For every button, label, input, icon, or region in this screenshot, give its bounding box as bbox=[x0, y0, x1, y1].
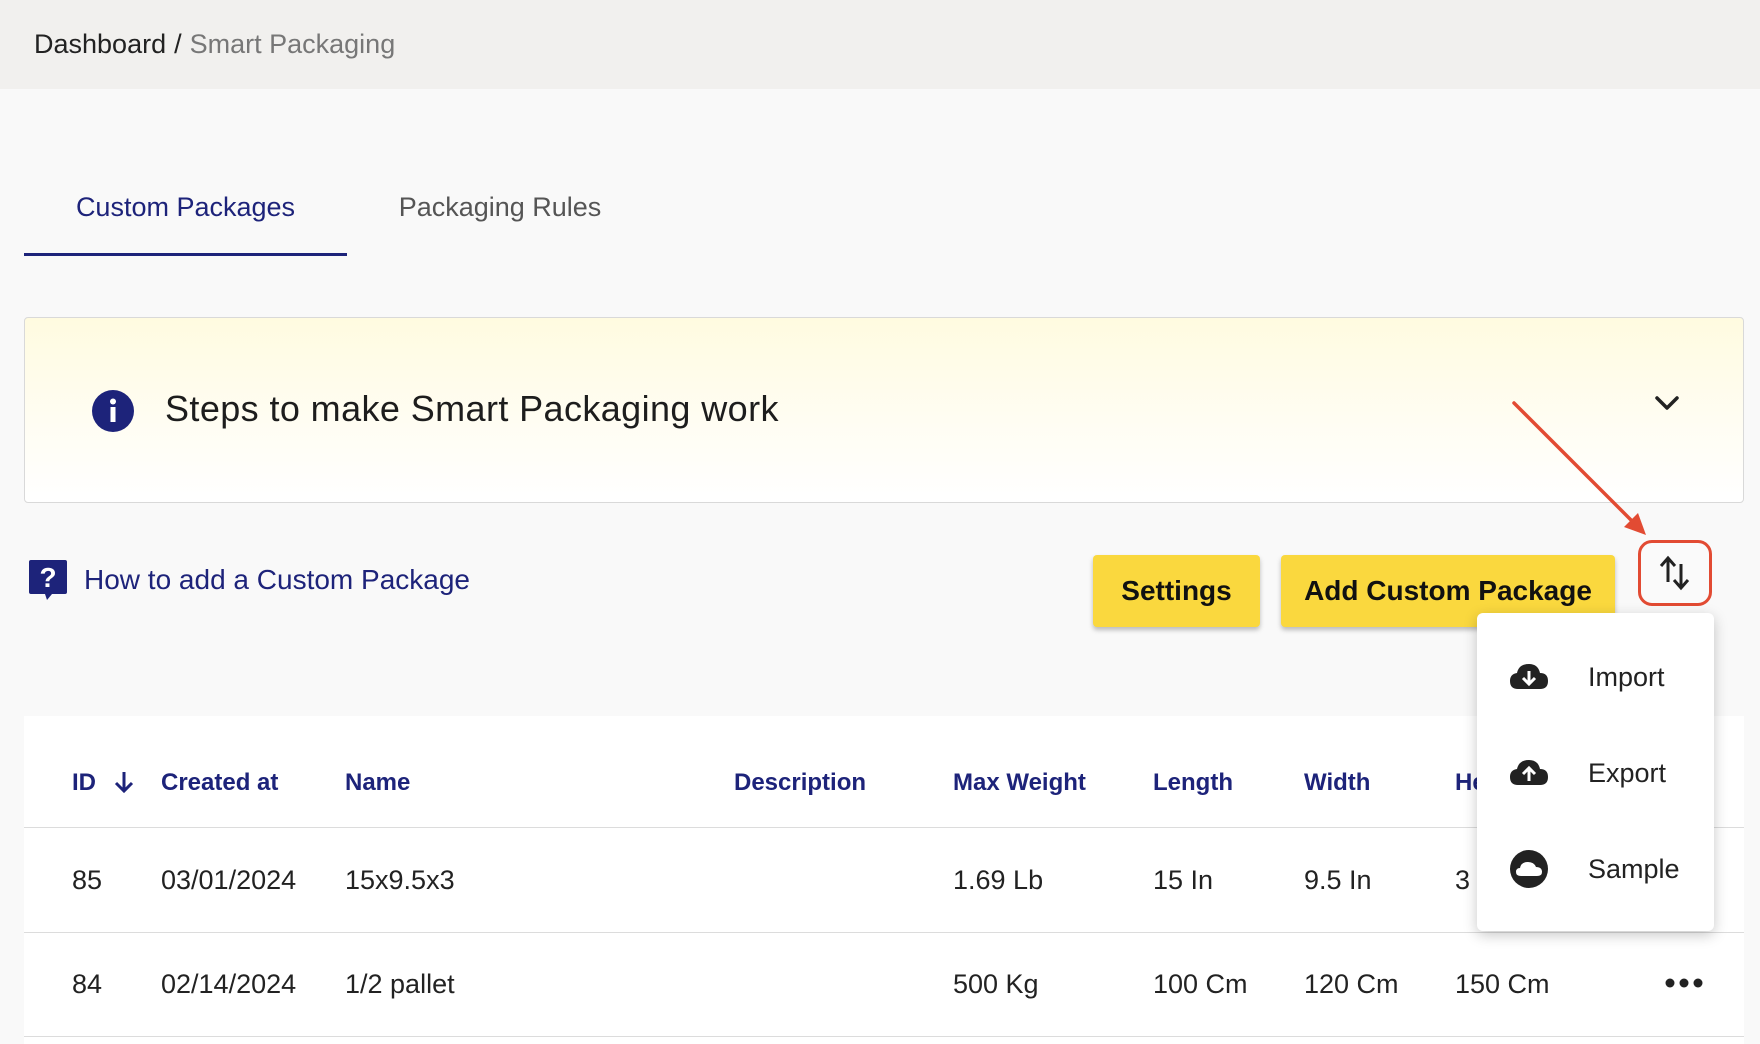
cell-width: 120 Cm bbox=[1304, 969, 1399, 999]
column-header-width[interactable]: Width bbox=[1304, 769, 1370, 797]
cell-length: 100 Cm bbox=[1153, 969, 1248, 999]
tab-bar: Custom Packages Packaging Rules bbox=[24, 170, 653, 256]
cell-id: 85 bbox=[72, 865, 103, 895]
cell-created-at: 02/14/2024 bbox=[161, 969, 297, 999]
cell-max-weight: 1.69 Lb bbox=[953, 865, 1044, 895]
svg-text:?: ? bbox=[39, 562, 56, 593]
menu-item-import[interactable]: Import bbox=[1477, 629, 1714, 725]
breadcrumb: Dashboard / Smart Packaging bbox=[0, 0, 1760, 89]
steps-info-panel[interactable]: Steps to make Smart Packaging work bbox=[24, 317, 1744, 503]
cell-id: 84 bbox=[72, 969, 103, 999]
settings-button[interactable]: Settings bbox=[1093, 555, 1260, 627]
breadcrumb-current: Smart Packaging bbox=[189, 29, 396, 59]
cloud-icon bbox=[1510, 850, 1548, 888]
column-header-created-at[interactable]: Created at bbox=[161, 769, 278, 797]
menu-item-sample[interactable]: Sample bbox=[1477, 821, 1714, 917]
cell-max-weight: 500 Kg bbox=[953, 969, 1039, 999]
import-export-toggle-button[interactable] bbox=[1638, 540, 1712, 606]
cell-created-at: 03/01/2024 bbox=[161, 865, 297, 895]
column-header-length[interactable]: Length bbox=[1153, 769, 1233, 797]
cell-name: 15x9.5x3 bbox=[345, 865, 455, 895]
import-export-menu: Import Export Sample bbox=[1477, 613, 1714, 931]
row-divider bbox=[24, 1036, 1744, 1037]
menu-item-export[interactable]: Export bbox=[1477, 725, 1714, 821]
cell-height: 150 Cm bbox=[1455, 969, 1550, 999]
breadcrumb-dashboard[interactable]: Dashboard bbox=[34, 29, 166, 60]
question-icon: ? bbox=[29, 560, 67, 600]
info-icon bbox=[92, 390, 134, 432]
annotation-arrow bbox=[1512, 401, 1646, 535]
more-actions-icon[interactable] bbox=[1664, 976, 1704, 990]
arrow-down-icon bbox=[114, 772, 133, 794]
column-header-id[interactable]: ID bbox=[72, 769, 135, 797]
cell-width: 9.5 In bbox=[1304, 865, 1372, 895]
cloud-download-icon bbox=[1510, 664, 1548, 689]
cell-length: 15 In bbox=[1153, 865, 1214, 895]
tab-custom-packages[interactable]: Custom Packages bbox=[24, 170, 347, 256]
cell-height: 3 bbox=[1455, 865, 1471, 895]
how-to-add-package-label: How to add a Custom Package bbox=[84, 564, 470, 595]
cloud-upload-icon bbox=[1510, 760, 1548, 785]
column-header-description[interactable]: Description bbox=[734, 769, 866, 797]
how-to-add-package-link[interactable]: ? How to add a Custom Package bbox=[28, 558, 470, 602]
swap-vertical-icon bbox=[1659, 555, 1690, 591]
column-header-max-weight[interactable]: Max Weight bbox=[953, 769, 1086, 797]
cell-name: 1/2 pallet bbox=[345, 969, 455, 999]
steps-info-title: Steps to make Smart Packaging work bbox=[165, 388, 779, 429]
column-header-name[interactable]: Name bbox=[345, 769, 410, 797]
tab-packaging-rules[interactable]: Packaging Rules bbox=[347, 170, 653, 256]
row-divider bbox=[24, 932, 1744, 933]
breadcrumb-separator: / bbox=[174, 29, 182, 59]
